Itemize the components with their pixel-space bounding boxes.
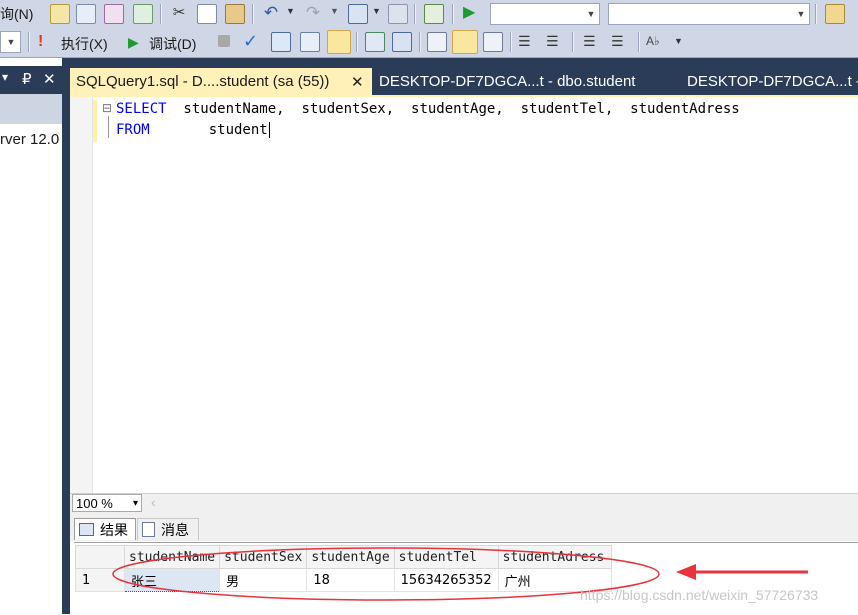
annotation-arrow-head (676, 564, 696, 580)
highlight-ellipse (112, 547, 660, 601)
annotation-overlay (112, 547, 808, 601)
watermark-text: https://blog.csdn.net/weixin_57726733 (580, 587, 819, 603)
